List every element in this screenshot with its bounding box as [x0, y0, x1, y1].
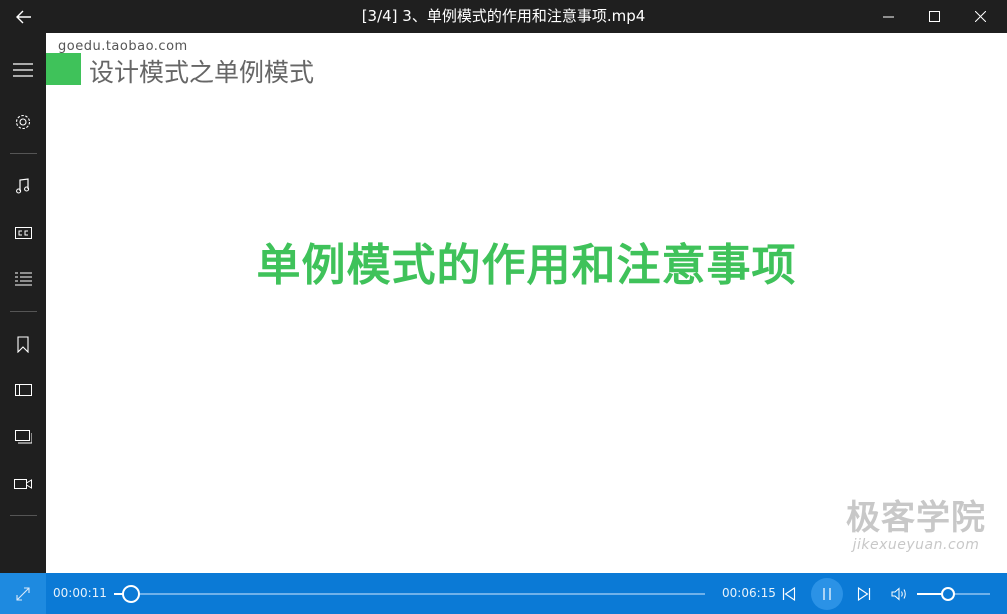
gear-icon — [15, 114, 31, 130]
playback-control-bar: 00:00:11 00:06:15 — [0, 573, 1007, 614]
sidebar-panel-icon — [14, 384, 32, 396]
bookmark-button[interactable] — [0, 327, 46, 361]
window-title: [3/4] 3、单例模式的作用和注意事项.mp4 — [361, 7, 646, 25]
record-button[interactable] — [0, 467, 46, 501]
display-button[interactable] — [0, 420, 46, 454]
sidebar-divider — [10, 153, 37, 154]
bookmark-icon — [17, 335, 29, 353]
pause-button[interactable] — [810, 573, 844, 614]
pause-icon — [823, 587, 831, 600]
next-button[interactable] — [850, 573, 878, 614]
video-frame[interactable]: goedu.taobao.com 设计模式之单例模式 单例模式的作用和注意事项 … — [46, 33, 1007, 573]
menu-button[interactable] — [0, 53, 46, 87]
playlist-button[interactable] — [0, 262, 46, 296]
logo-url-text: jikexueyuan.com — [852, 537, 980, 553]
total-duration: 00:06:15 — [722, 586, 776, 600]
watermark-text: goedu.taobao.com — [58, 39, 188, 54]
expand-icon — [16, 586, 30, 601]
closed-captions-icon — [14, 227, 32, 239]
settings-button[interactable] — [0, 105, 46, 139]
slide-accent-block — [46, 53, 81, 85]
skip-next-icon — [857, 586, 871, 601]
minimize-button[interactable] — [865, 0, 911, 33]
speaker-icon — [891, 586, 906, 601]
skip-previous-icon — [782, 586, 796, 601]
title-bar: [3/4] 3、单例模式的作用和注意事项.mp4 — [0, 0, 1007, 33]
maximize-button[interactable] — [911, 0, 957, 33]
volume-thumb[interactable] — [941, 587, 956, 601]
playlist-icon — [14, 272, 32, 286]
minimize-icon — [882, 16, 894, 18]
pause-button-circle — [811, 577, 843, 610]
logo-chinese-text: 极客学院 — [846, 498, 986, 538]
audio-track-button[interactable] — [0, 169, 46, 203]
sidebar-divider — [10, 311, 37, 312]
sidebar-divider — [10, 515, 37, 516]
slide-heading: 设计模式之单例模式 — [89, 58, 315, 87]
previous-button[interactable] — [775, 573, 803, 614]
subtitles-button[interactable] — [0, 216, 46, 250]
elapsed-time: 00:00:11 — [53, 586, 107, 600]
seek-bar[interactable] — [114, 585, 705, 603]
seek-thumb[interactable] — [122, 585, 141, 603]
jikexueyuan-logo: 极客学院 jikexueyuan.com — [846, 499, 986, 553]
left-sidebar — [0, 33, 46, 573]
music-note-icon — [16, 178, 30, 194]
close-button[interactable] — [957, 0, 1003, 33]
volume-slider[interactable] — [917, 587, 990, 601]
hamburger-menu-icon — [13, 63, 33, 77]
fullscreen-button[interactable] — [0, 573, 46, 614]
screen-icon — [14, 430, 32, 444]
volume-button[interactable] — [886, 573, 914, 614]
panel-button[interactable] — [0, 373, 46, 407]
slide-title: 单例模式的作用和注意事项 — [256, 240, 797, 291]
close-icon — [974, 11, 986, 22]
video-camera-icon — [14, 479, 32, 489]
maximize-icon — [928, 11, 940, 22]
